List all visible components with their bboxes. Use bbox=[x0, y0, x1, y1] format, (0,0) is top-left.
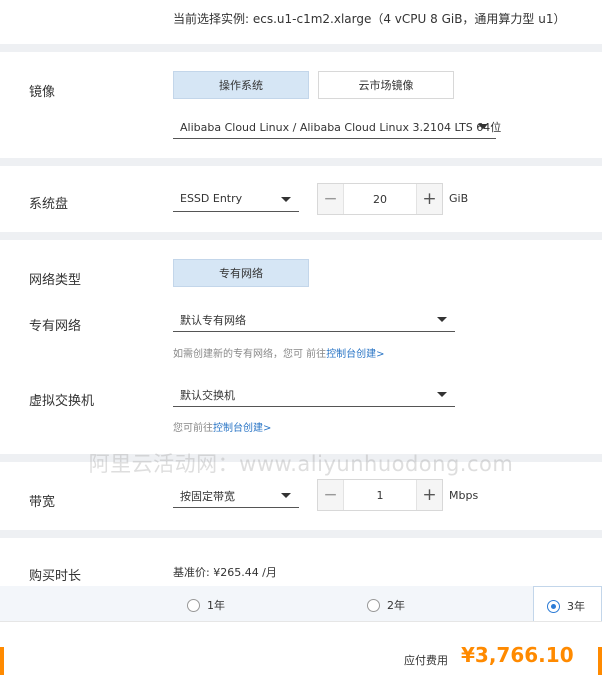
bandwidth-type-select[interactable]: 按固定带宽 bbox=[173, 482, 299, 508]
fee-value: ¥3,766.10 bbox=[461, 643, 574, 667]
vswitch-console-link[interactable]: 控制台创建> bbox=[213, 423, 271, 434]
plus-icon[interactable]: + bbox=[417, 184, 442, 214]
base-price: 基准价: ¥265.44 /月 bbox=[173, 566, 277, 579]
duration-option-3y-box[interactable]: 3年 bbox=[533, 586, 602, 622]
minus-icon[interactable]: − bbox=[318, 184, 343, 214]
vswitch-hint-text: 您可前往 bbox=[173, 423, 213, 434]
fee-label: 应付费用 bbox=[404, 654, 448, 667]
vswitch-hint: 您可前往控制台创建> bbox=[173, 419, 271, 434]
disk-size-stepper[interactable]: − 20 + bbox=[317, 183, 443, 215]
duration-option-label: 1年 bbox=[207, 599, 225, 612]
left-accent-bar bbox=[0, 647, 4, 675]
bandwidth-unit: Mbps bbox=[449, 489, 479, 502]
duration-option-2y[interactable]: 2年 bbox=[367, 597, 405, 613]
vpc-hint-text: 如需创建新的专有网络，您可 前往 bbox=[173, 349, 327, 360]
system-disk-section: 系统盘 ESSD Entry − 20 + GiB bbox=[0, 166, 602, 232]
image-section: 镜像 操作系统 云市场镜像 Alibaba Cloud Linux / Alib… bbox=[0, 52, 602, 158]
disk-type-value: ESSD Entry bbox=[180, 192, 243, 205]
radio-icon bbox=[367, 598, 380, 612]
vpc-label: 专有网络 bbox=[29, 319, 82, 334]
vpc-hint: 如需创建新的专有网络，您可 前往控制台创建> bbox=[173, 345, 385, 360]
radio-checked-icon bbox=[547, 599, 560, 613]
right-accent-bar bbox=[598, 647, 602, 675]
chevron-down-icon bbox=[437, 317, 447, 322]
vswitch-label: 虚拟交换机 bbox=[29, 394, 95, 409]
price-footer: 应付费用 ¥3,766.10 bbox=[0, 621, 602, 675]
disk-size-input[interactable]: 20 bbox=[343, 184, 417, 214]
chevron-down-icon bbox=[281, 197, 291, 202]
os-version-select[interactable]: Alibaba Cloud Linux / Alibaba Cloud Linu… bbox=[173, 113, 501, 139]
chevron-down-icon bbox=[478, 124, 488, 129]
tab-os[interactable]: 操作系统 bbox=[173, 71, 309, 99]
bandwidth-type-value: 按固定带宽 bbox=[180, 490, 235, 503]
network-section: 网络类型 专有网络 专有网络 默认专有网络 如需创建新的专有网络，您可 前往控制… bbox=[0, 240, 602, 454]
vpc-value: 默认专有网络 bbox=[180, 314, 246, 327]
os-version-value: Alibaba Cloud Linux / Alibaba Cloud Linu… bbox=[180, 121, 502, 134]
bandwidth-label: 带宽 bbox=[29, 495, 56, 510]
plus-icon[interactable]: + bbox=[417, 480, 442, 510]
image-label: 镜像 bbox=[29, 85, 56, 100]
current-instance-text: 当前选择实例: ecs.u1-c1m2.xlarge（4 vCPU 8 GiB，… bbox=[173, 12, 566, 26]
system-disk-label: 系统盘 bbox=[29, 197, 69, 212]
bandwidth-stepper[interactable]: − 1 + bbox=[317, 479, 443, 511]
vpc-console-link[interactable]: 控制台创建> bbox=[326, 349, 384, 360]
bandwidth-input[interactable]: 1 bbox=[343, 480, 417, 510]
vswitch-select[interactable]: 默认交换机 bbox=[173, 381, 455, 407]
tab-os-label: 操作系统 bbox=[219, 79, 263, 92]
duration-label: 购买时长 bbox=[29, 569, 82, 584]
tab-marketplace-label: 云市场镜像 bbox=[358, 79, 414, 92]
vpc-select[interactable]: 默认专有网络 bbox=[173, 306, 455, 332]
watermark: 阿里云活动网：www.aliyunhuodong.com bbox=[88, 452, 514, 476]
tab-vpc[interactable]: 专有网络 bbox=[173, 259, 309, 287]
duration-option-label: 3年 bbox=[567, 600, 585, 613]
minus-icon[interactable]: − bbox=[318, 480, 343, 510]
duration-option-label: 2年 bbox=[387, 599, 405, 612]
tab-marketplace-image[interactable]: 云市场镜像 bbox=[318, 71, 454, 99]
chevron-down-icon bbox=[281, 493, 291, 498]
disk-type-select[interactable]: ESSD Entry bbox=[173, 186, 299, 212]
radio-icon bbox=[187, 598, 200, 612]
vswitch-value: 默认交换机 bbox=[180, 389, 235, 402]
network-type-label: 网络类型 bbox=[29, 273, 82, 288]
duration-options-bar: 1年 2年 3年 bbox=[0, 586, 602, 622]
chevron-down-icon bbox=[437, 392, 447, 397]
duration-option-3y[interactable]: 3年 bbox=[547, 598, 585, 614]
tab-vpc-label: 专有网络 bbox=[219, 267, 263, 280]
instance-section: 当前选择实例: ecs.u1-c1m2.xlarge（4 vCPU 8 GiB，… bbox=[0, 0, 602, 44]
disk-unit: GiB bbox=[449, 192, 469, 205]
duration-option-1y[interactable]: 1年 bbox=[187, 597, 225, 613]
